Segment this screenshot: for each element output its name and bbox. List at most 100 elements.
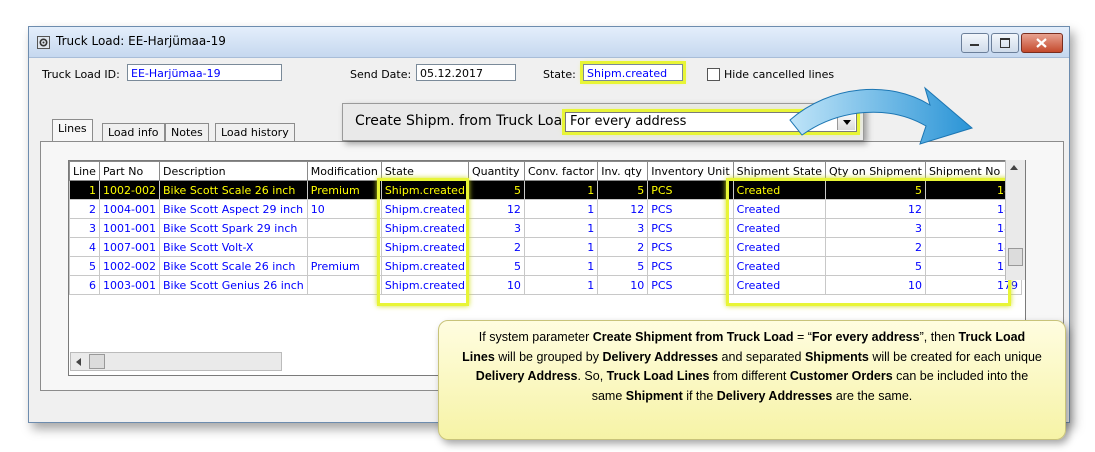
tab-load-info[interactable]: Load info xyxy=(102,123,165,141)
cell-modification[interactable]: 10 xyxy=(306,199,382,219)
empty-cell xyxy=(100,295,160,314)
cell-qty-on-shipment[interactable]: 3 xyxy=(825,218,926,238)
cell-qty-on-shipment[interactable]: 10 xyxy=(825,275,926,295)
table-row[interactable]: 1 1002-002 Bike Scott Scale 26 inch Premium… xyxy=(69,180,1022,200)
cell-line[interactable]: 1 xyxy=(69,180,100,200)
cell-qty-on-shipment[interactable]: 5 xyxy=(825,256,926,276)
close-button[interactable] xyxy=(1021,33,1063,53)
column-header-description[interactable]: Description xyxy=(158,161,308,181)
cell-line[interactable]: 3 xyxy=(69,218,100,238)
cell-state[interactable]: Shipm.created xyxy=(380,256,469,276)
cell-inventory-unit[interactable]: PCS xyxy=(647,256,734,276)
horizontal-scrollbar[interactable] xyxy=(70,352,282,371)
table-row[interactable]: 6 1003-001 Bike Scott Genius 26 inch Shipm.… xyxy=(69,275,1022,295)
cell-description[interactable]: Bike Scott Spark 29 inch xyxy=(158,218,308,238)
cell-shipment-state[interactable]: Created xyxy=(732,180,827,200)
cell-inventory-unit[interactable]: PCS xyxy=(647,237,734,257)
cell-line[interactable]: 2 xyxy=(69,199,100,219)
column-header-inv-qty[interactable]: Inv. qty xyxy=(597,161,649,181)
title-bar[interactable]: Truck Load: EE-Harjümaa-19 xyxy=(29,27,1069,58)
cell-part-no[interactable]: 1002-002 xyxy=(99,180,160,200)
tab-lines[interactable]: Lines xyxy=(52,119,93,142)
column-header-part-no[interactable]: Part No xyxy=(99,161,160,181)
column-header-state[interactable]: State xyxy=(380,161,469,181)
cell-quantity[interactable]: 12 xyxy=(467,199,525,219)
scroll-up-icon[interactable] xyxy=(1010,165,1018,170)
column-header-conv-factor[interactable]: Conv. factor xyxy=(523,161,599,181)
cell-inv-qty[interactable]: 2 xyxy=(597,237,649,257)
tab-notes[interactable]: Notes xyxy=(165,123,209,141)
cell-shipment-state[interactable]: Created xyxy=(732,256,827,276)
cell-quantity[interactable]: 2 xyxy=(467,237,525,257)
cell-state[interactable]: Shipm.created xyxy=(380,275,469,295)
cell-description[interactable]: Bike Scott Scale 26 inch xyxy=(158,256,308,276)
cell-inv-qty[interactable]: 10 xyxy=(597,275,649,295)
cell-inventory-unit[interactable]: PCS xyxy=(647,180,734,200)
cell-modification[interactable] xyxy=(306,237,382,257)
cell-part-no[interactable]: 1002-002 xyxy=(99,256,160,276)
table-row[interactable]: 4 1007-001 Bike Scott Volt-X Shipm.created 2… xyxy=(69,237,1022,257)
cell-inv-qty[interactable]: 5 xyxy=(597,256,649,276)
cell-conv-factor[interactable]: 1 xyxy=(523,180,599,200)
empty-cell xyxy=(307,295,381,314)
maximize-button[interactable] xyxy=(991,33,1019,53)
cell-description[interactable]: Bike Scott Aspect 29 inch xyxy=(158,199,308,219)
cell-modification[interactable]: Premium xyxy=(306,256,382,276)
cell-state[interactable]: Shipm.created xyxy=(380,218,469,238)
cell-line[interactable]: 4 xyxy=(69,237,100,257)
cell-state[interactable]: Shipm.created xyxy=(380,180,469,200)
cell-inventory-unit[interactable]: PCS xyxy=(647,218,734,238)
cell-shipment-state[interactable]: Created xyxy=(732,237,827,257)
cell-part-no[interactable]: 1003-001 xyxy=(99,275,160,295)
send-date-field[interactable]: 05.12.2017 xyxy=(416,64,516,81)
cell-qty-on-shipment[interactable]: 5 xyxy=(825,180,926,200)
column-header-inventory-unit[interactable]: Inventory Unit xyxy=(647,161,734,181)
cell-inventory-unit[interactable]: PCS xyxy=(647,199,734,219)
cell-description[interactable]: Bike Scott Volt-X xyxy=(158,237,308,257)
cell-quantity[interactable]: 5 xyxy=(467,180,525,200)
cell-conv-factor[interactable]: 1 xyxy=(523,275,599,295)
cell-quantity[interactable]: 3 xyxy=(467,218,525,238)
cell-state[interactable]: Shipm.created xyxy=(380,199,469,219)
tab-load-history[interactable]: Load history xyxy=(215,123,295,141)
cell-quantity[interactable]: 5 xyxy=(467,256,525,276)
cell-conv-factor[interactable]: 1 xyxy=(523,199,599,219)
column-header-line[interactable]: Line xyxy=(69,161,100,181)
cell-qty-on-shipment[interactable]: 12 xyxy=(825,199,926,219)
cell-description[interactable]: Bike Scott Genius 26 inch xyxy=(158,275,308,295)
column-header-quantity[interactable]: Quantity xyxy=(467,161,525,181)
cell-modification[interactable] xyxy=(306,218,382,238)
cell-description[interactable]: Bike Scott Scale 26 inch xyxy=(158,180,308,200)
vertical-scrollbar[interactable] xyxy=(1005,160,1025,280)
cell-conv-factor[interactable]: 1 xyxy=(523,218,599,238)
table-row[interactable]: 5 1002-002 Bike Scott Scale 26 inch Premium… xyxy=(69,256,1022,276)
table-row[interactable]: 2 1004-001 Bike Scott Aspect 29 inch 10 Ship… xyxy=(69,199,1022,219)
cell-shipment-state[interactable]: Created xyxy=(732,275,827,295)
cell-state[interactable]: Shipm.created xyxy=(380,237,469,257)
cell-conv-factor[interactable]: 1 xyxy=(523,256,599,276)
cell-line[interactable]: 5 xyxy=(69,256,100,276)
cell-modification[interactable] xyxy=(306,275,382,295)
cell-inv-qty[interactable]: 5 xyxy=(597,180,649,200)
table-row[interactable]: 3 1001-001 Bike Scott Spark 29 inch Shipm.c… xyxy=(69,218,1022,238)
column-header-modification[interactable]: Modification xyxy=(306,161,382,181)
cell-inventory-unit[interactable]: PCS xyxy=(647,275,734,295)
cell-part-no[interactable]: 1004-001 xyxy=(99,199,160,219)
minimize-button[interactable] xyxy=(961,33,989,53)
scroll-left-icon[interactable] xyxy=(76,358,81,366)
cell-line[interactable]: 6 xyxy=(69,275,100,295)
cell-quantity[interactable]: 10 xyxy=(467,275,525,295)
cell-part-no[interactable]: 1007-001 xyxy=(99,237,160,257)
cell-shipment-state[interactable]: Created xyxy=(732,218,827,238)
horizontal-scroll-thumb[interactable] xyxy=(89,354,105,369)
cell-qty-on-shipment[interactable]: 2 xyxy=(825,237,926,257)
cell-conv-factor[interactable]: 1 xyxy=(523,237,599,257)
cell-part-no[interactable]: 1001-001 xyxy=(99,218,160,238)
hide-cancelled-checkbox[interactable] xyxy=(707,68,720,81)
scroll-thumb[interactable] xyxy=(1008,248,1023,266)
cell-shipment-state[interactable]: Created xyxy=(732,199,827,219)
cell-modification[interactable]: Premium xyxy=(306,180,382,200)
cell-inv-qty[interactable]: 3 xyxy=(597,218,649,238)
cell-inv-qty[interactable]: 12 xyxy=(597,199,649,219)
truck-load-id-field[interactable]: EE-Harjümaa-19 xyxy=(127,64,282,81)
